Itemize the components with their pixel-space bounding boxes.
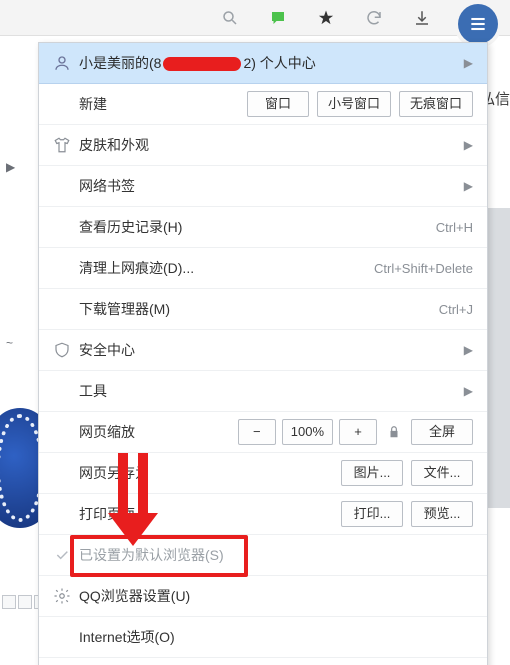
- submenu-arrow-icon: ▶: [456, 179, 473, 193]
- menu-security[interactable]: 安全中心 ▶: [39, 330, 487, 371]
- menu-user-center[interactable]: 小是美丽的(82) 个人中心 ▶: [39, 43, 487, 84]
- print-preview-button[interactable]: 预览...: [411, 501, 473, 527]
- zoom-minus-button[interactable]: −: [238, 419, 276, 445]
- shield-icon: [49, 341, 75, 359]
- menu-bookmarks-label: 网络书签: [75, 176, 135, 196]
- menu-default-label: 已设置为默认浏览器(S): [75, 545, 224, 565]
- star-icon[interactable]: [316, 8, 336, 28]
- menu-bookmarks[interactable]: 网络书签 ▶: [39, 166, 487, 207]
- menu-skin[interactable]: 皮肤和外观 ▶: [39, 125, 487, 166]
- menu-clear-traces[interactable]: 清理上网痕迹(D)... Ctrl+Shift+Delete: [39, 248, 487, 289]
- submenu-arrow-icon: ▶: [456, 343, 473, 357]
- menu-clear-shortcut: Ctrl+Shift+Delete: [374, 261, 473, 276]
- menu-tools[interactable]: 工具 ▶: [39, 371, 487, 412]
- saveas-image-button[interactable]: 图片...: [341, 460, 403, 486]
- menu-tools-label: 工具: [75, 381, 107, 401]
- background-left: [0, 36, 38, 665]
- menu-clear-label: 清理上网痕迹(D)...: [75, 258, 194, 278]
- print-button[interactable]: 打印...: [341, 501, 403, 527]
- menu-user-label: 小是美丽的(82) 个人中心: [75, 53, 316, 73]
- submenu-arrow-icon: ▶: [456, 384, 473, 398]
- new-small-window-button[interactable]: 小号窗口: [317, 91, 391, 117]
- menu-settings-label: QQ浏览器设置(U): [75, 586, 190, 606]
- gear-icon: [49, 587, 75, 605]
- shirt-icon: [49, 136, 75, 154]
- new-window-button[interactable]: 窗口: [247, 91, 309, 117]
- top-toolbar: [0, 0, 510, 36]
- menu-history-label: 查看历史记录(H): [75, 217, 182, 237]
- menu-saveas-label: 网页另存为: [75, 463, 149, 483]
- menu-inetopt-label: Internet选项(O): [75, 627, 175, 647]
- saveas-file-button[interactable]: 文件...: [411, 460, 473, 486]
- menu-save-as: 网页另存为 图片... 文件...: [39, 453, 487, 494]
- menu-history-shortcut: Ctrl+H: [436, 220, 473, 235]
- menu-browser-settings[interactable]: QQ浏览器设置(U): [39, 576, 487, 617]
- menu-print-label: 打印页面: [75, 504, 135, 524]
- menu-internet-options[interactable]: Internet选项(O): [39, 617, 487, 658]
- refresh-icon[interactable]: [364, 8, 384, 28]
- menu-new[interactable]: 新建 窗口 小号窗口 无痕窗口: [39, 84, 487, 125]
- menu-print: 打印页面 打印... 预览...: [39, 494, 487, 535]
- menu-downloads-shortcut: Ctrl+J: [439, 302, 473, 317]
- download-icon[interactable]: [412, 8, 432, 28]
- submenu-arrow-icon: ▶: [456, 56, 473, 70]
- user-icon: [49, 54, 75, 72]
- menu-zoom-label: 网页缩放: [75, 422, 135, 442]
- menu-zoom: 网页缩放 − 100% + 全屏: [39, 412, 487, 453]
- search-icon[interactable]: [220, 8, 240, 28]
- menu-downloads-label: 下载管理器(M): [75, 299, 170, 319]
- zoom-value: 100%: [282, 419, 333, 445]
- new-incognito-window-button[interactable]: 无痕窗口: [399, 91, 473, 117]
- menu-network-repair[interactable]: 上网修复工具: [39, 658, 487, 665]
- menu-new-label: 新建: [75, 94, 107, 114]
- background-left-arrows: ▶~: [6, 160, 15, 350]
- lock-icon: [383, 425, 405, 439]
- submenu-arrow-icon: ▶: [456, 138, 473, 152]
- background-grey-block: [488, 208, 510, 508]
- main-menu-button[interactable]: [458, 4, 498, 44]
- check-icon: [49, 547, 75, 563]
- menu-default-browser: 已设置为默认浏览器(S): [39, 535, 487, 576]
- menu-history[interactable]: 查看历史记录(H) Ctrl+H: [39, 207, 487, 248]
- chat-icon[interactable]: [268, 8, 288, 28]
- zoom-plus-button[interactable]: +: [339, 419, 377, 445]
- zoom-fullscreen-button[interactable]: 全屏: [411, 419, 473, 445]
- main-menu-panel: 小是美丽的(82) 个人中心 ▶ 新建 窗口 小号窗口 无痕窗口 皮肤和外观 ▶: [38, 42, 488, 665]
- menu-skin-label: 皮肤和外观: [75, 135, 149, 155]
- menu-downloads[interactable]: 下载管理器(M) Ctrl+J: [39, 289, 487, 330]
- menu-security-label: 安全中心: [75, 340, 135, 360]
- censored-mark: [163, 57, 241, 71]
